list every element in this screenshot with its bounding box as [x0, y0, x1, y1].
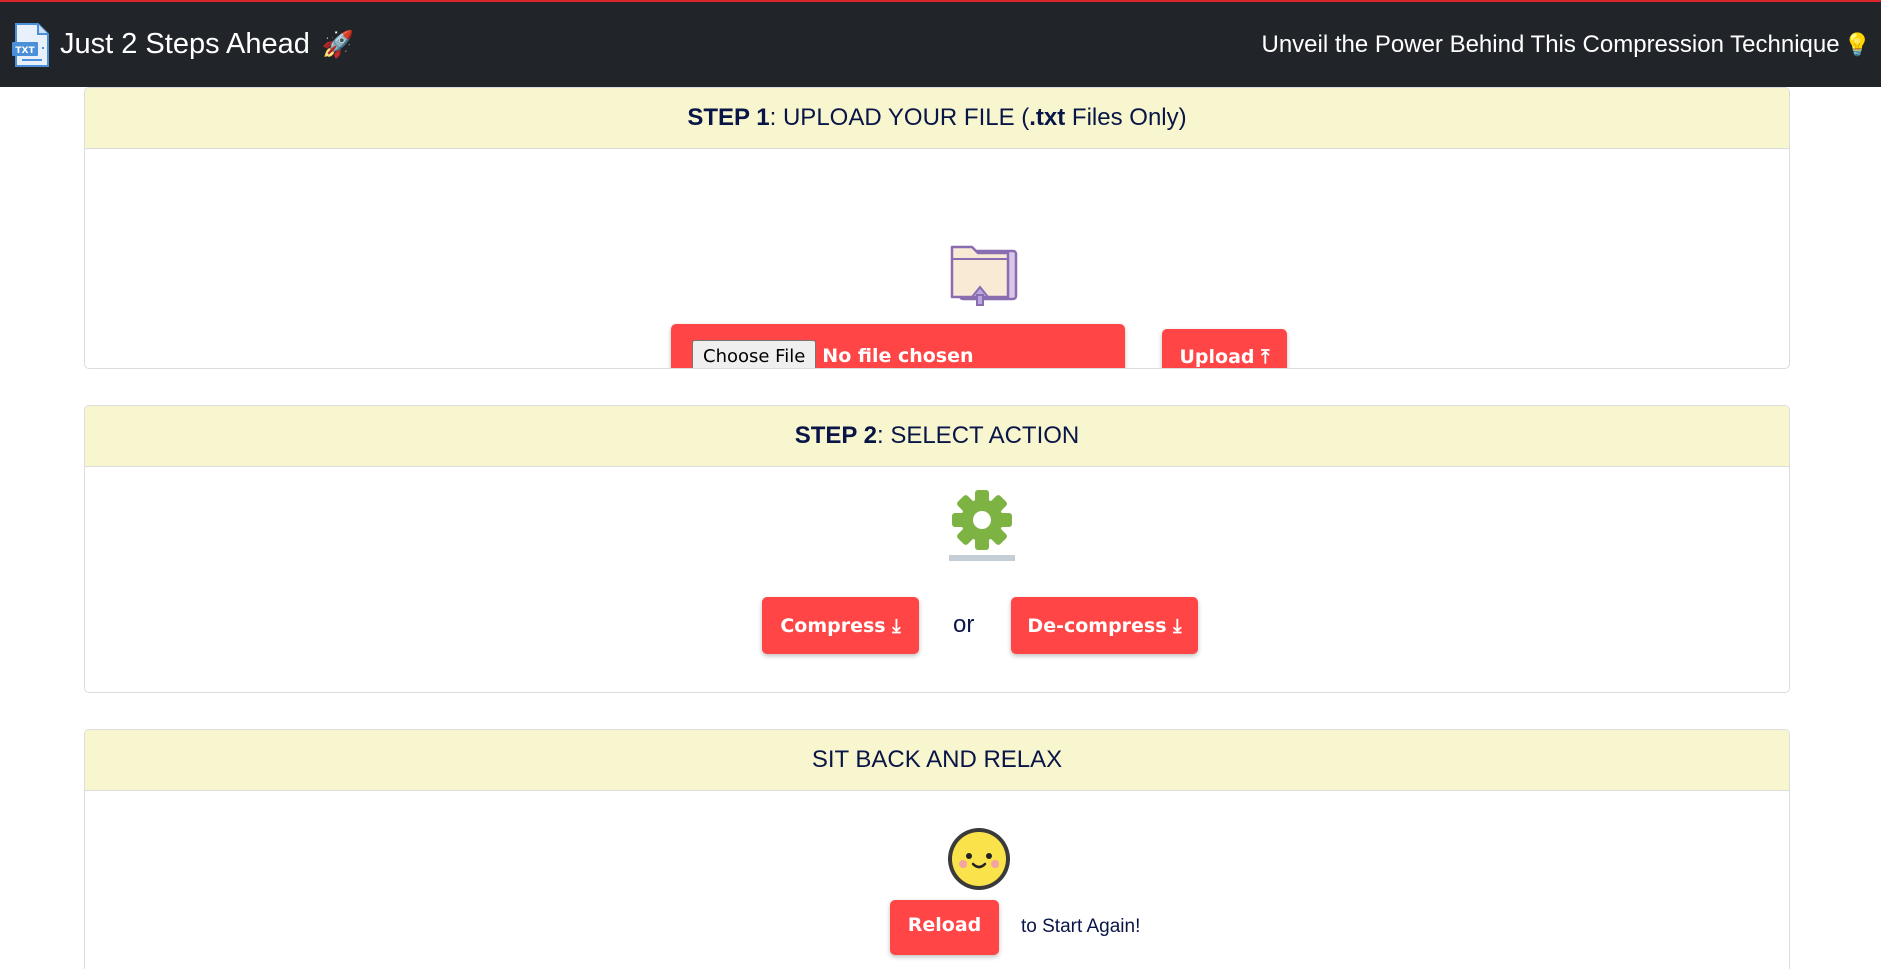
step1-header-bold: STEP 1	[687, 104, 770, 131]
decompress-button[interactable]: De-compress ⤓	[1011, 597, 1198, 654]
upload-button[interactable]: Upload ⤒	[1162, 329, 1287, 368]
svg-text:TXT: TXT	[15, 46, 35, 56]
compression-info-link-label: Unveil the Power Behind This Compression…	[1261, 30, 1840, 58]
rocket-icon: 🚀	[321, 29, 355, 59]
gear-icon	[945, 489, 1019, 568]
folder-upload-icon	[946, 237, 1018, 314]
compress-button[interactable]: Compress ⤓	[762, 597, 919, 654]
file-input[interactable]: Choose File No file chosen	[671, 324, 1125, 368]
step1-body: Choose File No file chosen Upload ⤒	[85, 149, 1789, 368]
step1-header-ext: .txt	[1029, 104, 1066, 131]
step2-header-bold: STEP 2	[794, 422, 877, 449]
step3-card: SIT BACK AND RELAX Reload to Start Again…	[84, 729, 1790, 969]
brand[interactable]: TXT Just 2 Steps Ahead 🚀	[10, 22, 354, 68]
choose-file-button[interactable]: Choose File	[692, 340, 817, 368]
lightbulb-icon: 💡	[1843, 31, 1871, 57]
smiley-icon	[946, 826, 1012, 897]
step3-header: SIT BACK AND RELAX	[85, 730, 1789, 791]
brand-title: Just 2 Steps Ahead	[60, 28, 310, 60]
txt-file-icon: TXT	[10, 22, 50, 68]
start-again-text: to Start Again!	[1021, 916, 1141, 937]
step2-card: STEP 2: SELECT ACTION Compress ⤓ or De-c…	[84, 405, 1790, 693]
or-text: or	[953, 611, 975, 638]
step3-body: Reload to Start Again!	[85, 791, 1789, 969]
step2-header: STEP 2: SELECT ACTION	[85, 406, 1789, 467]
step2-header-tail: : SELECT ACTION	[876, 422, 1080, 449]
compression-info-link[interactable]: Unveil the Power Behind This Compression…	[1261, 31, 1871, 59]
step1-header-mid: : UPLOAD YOUR FILE (	[769, 104, 1030, 131]
reload-button[interactable]: Reload	[890, 900, 999, 955]
step1-card: STEP 1: UPLOAD YOUR FILE (.txt Files Onl…	[84, 87, 1790, 369]
step2-body: Compress ⤓ or De-compress ⤓	[85, 467, 1789, 692]
file-status-text: No file chosen	[822, 345, 974, 367]
navbar: TXT Just 2 Steps Ahead 🚀 Unveil the Powe…	[0, 0, 1881, 87]
step1-header-tail: Files Only)	[1065, 104, 1187, 131]
step1-header: STEP 1: UPLOAD YOUR FILE (.txt Files Onl…	[85, 88, 1789, 149]
